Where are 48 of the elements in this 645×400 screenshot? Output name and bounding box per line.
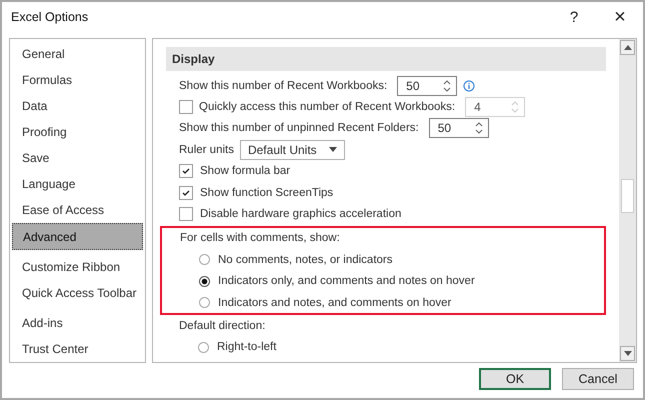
sidebar-item[interactable]: Add-ins: [12, 310, 143, 336]
dialog-button[interactable]: Cancel: [562, 368, 634, 390]
scroll-down-icon[interactable]: [620, 346, 635, 361]
scrollbar[interactable]: [619, 39, 636, 362]
sidebar-item[interactable]: Formulas: [12, 67, 143, 93]
option-label: Ruler units: [179, 144, 234, 156]
sidebar-item[interactable]: Quick Access Toolbar: [12, 280, 143, 306]
sidebar-item[interactable]: Trust Center: [12, 336, 143, 362]
group-label: For cells with comments, show:: [180, 232, 340, 244]
caret-icon: [328, 147, 337, 152]
option-label: Indicators and notes, and comments on hover: [218, 296, 452, 309]
checkbox[interactable]: [179, 186, 193, 200]
option-label: Disable hardware graphics acceleration: [200, 208, 402, 220]
check-icon: [181, 188, 191, 198]
number-spinner[interactable]: 50: [428, 118, 489, 138]
sidebar-item[interactable]: Proofing: [12, 119, 143, 145]
sidebar-item[interactable]: Data: [12, 93, 143, 119]
dialog-button[interactable]: OK: [479, 368, 551, 390]
sidebar-item[interactable]: Customize Ribbon: [12, 254, 143, 280]
checkbox[interactable]: [179, 164, 193, 178]
scroll-up-icon[interactable]: [620, 40, 635, 55]
group-label: Default direction:: [179, 320, 266, 332]
option-label: Show this number of unpinned Recent Folders:: [179, 122, 419, 134]
option-label: Show formula bar: [200, 165, 290, 178]
check-icon: [181, 166, 191, 176]
window-title: Excel Options: [11, 10, 90, 24]
radio-button[interactable]: [198, 342, 209, 353]
radio-button[interactable]: [199, 276, 210, 287]
sidebar-item[interactable]: General: [12, 41, 143, 67]
close-button[interactable]: ×: [597, 3, 643, 31]
option-label: Show this number of Recent Workbooks:: [179, 80, 388, 92]
units-dropdown[interactable]: Default Units: [240, 140, 345, 160]
option-label: Show function ScreenTips: [200, 186, 334, 199]
sidebar-item[interactable]: Language: [12, 171, 143, 197]
sidebar-item[interactable]: Ease of Access: [12, 197, 143, 223]
scroll-thumb[interactable]: [621, 179, 634, 213]
help-button[interactable]: ?: [551, 3, 597, 31]
option-label: No comments, notes, or indicators: [218, 254, 392, 266]
option-label: Indicators only, and comments and notes on hover: [218, 275, 475, 288]
number-spinner[interactable]: 50: [397, 76, 458, 96]
sidebar-item[interactable]: Advanced: [12, 223, 143, 250]
section-header: Display: [166, 47, 606, 71]
sidebar-item[interactable]: Save: [12, 145, 143, 171]
radio-button[interactable]: [199, 254, 210, 266]
option-label: Right-to-left: [217, 341, 276, 354]
radio-button[interactable]: [199, 297, 210, 308]
option-label: Quickly access this number of Recent Workbooks:: [199, 101, 456, 114]
checkbox[interactable]: [179, 207, 193, 222]
